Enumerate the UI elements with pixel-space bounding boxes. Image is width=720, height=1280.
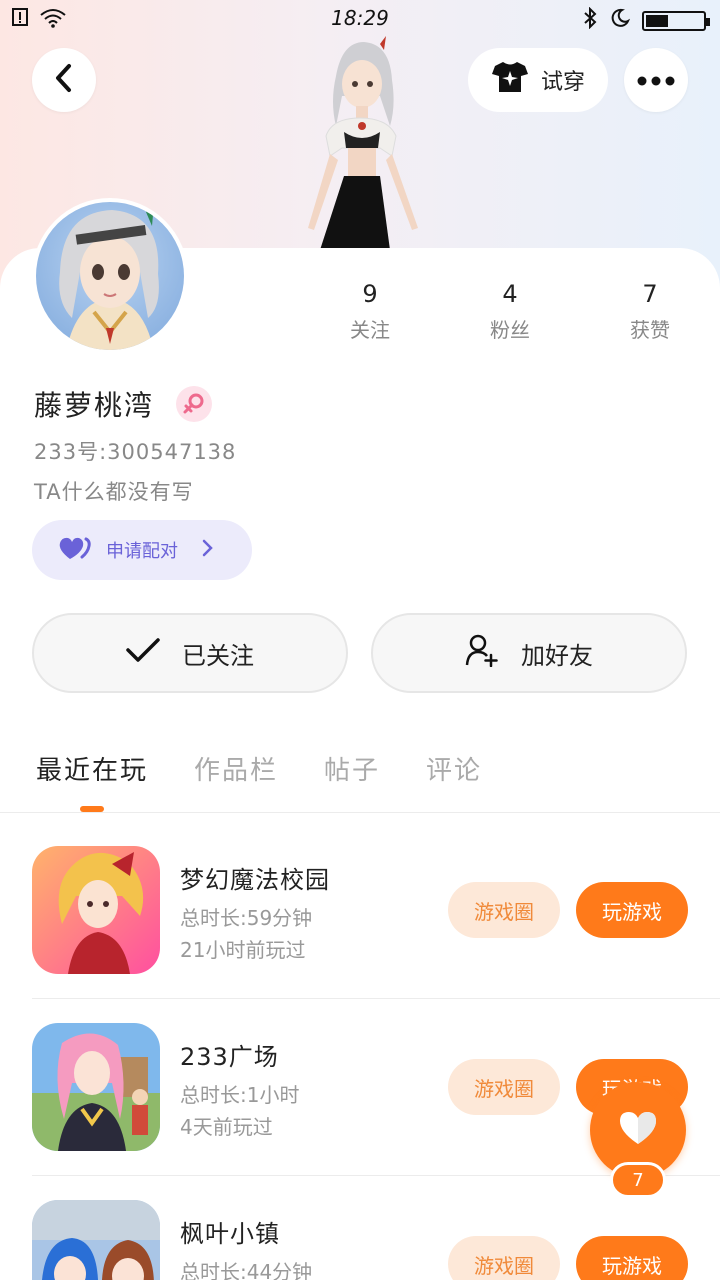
profile-tabs: 最近在玩 作品栏 帖子 评论 [36,750,482,787]
stat-followers[interactable]: 4 粉丝 [440,280,580,343]
back-button[interactable] [32,48,96,112]
game-duration: 总时长:44分钟 [180,1260,313,1280]
list-item[interactable]: 梦幻魔法校园 总时长:59分钟 21小时前玩过 游戏圈 玩游戏 [32,846,720,974]
tab-posts[interactable]: 帖子 [324,750,380,787]
tab-works[interactable]: 作品栏 [194,750,278,787]
heart-icon [618,1110,658,1150]
game-circle-button[interactable]: 游戏圈 [448,882,560,938]
status-bar: 18:29 [0,0,720,36]
profile-name: 藤萝桃湾 [34,389,155,422]
more-dots-icon [637,71,675,90]
moon-icon [610,8,631,33]
game-duration: 总时长:1小时 [180,1083,300,1107]
battery-level [646,14,668,27]
bluetooth-icon [582,6,598,34]
name-row: 藤萝桃湾 [34,384,213,424]
game-icon[interactable] [32,846,160,974]
list-item[interactable]: 枫叶小镇 总时长:44分钟 游戏圈 玩游戏 [32,1200,720,1280]
game-last-played: 21小时前玩过 [180,938,306,962]
stat-number: 9 [362,280,378,308]
stat-label: 关注 [350,318,390,342]
stat-label: 获赞 [630,318,670,342]
profile-stats: 9 关注 4 粉丝 7 获赞 [300,280,720,343]
game-circle-button[interactable]: 游戏圈 [448,1236,560,1280]
checkmark-icon [126,637,160,669]
stat-number: 7 [642,280,658,308]
profile-avatar[interactable] [32,198,188,354]
user-id: 233号:300547138 [34,440,237,464]
dressup-button[interactable]: 试穿 [468,48,608,112]
game-title: 梦幻魔法校园 [180,866,330,894]
double-heart-icon [58,535,92,566]
stat-label: 粉丝 [490,318,530,342]
followed-label: 已关注 [182,641,254,670]
stat-number: 4 [502,280,518,308]
user-bio: TA什么都没有写 [34,480,194,504]
add-user-icon [465,633,499,673]
battery-icon [642,10,710,31]
back-arrow-icon [53,63,75,97]
tabs-divider [0,812,720,813]
like-count-badge: 7 [610,1162,666,1198]
game-icon[interactable] [32,1200,160,1280]
followed-button[interactable]: 已关注 [32,613,348,693]
play-game-button[interactable]: 玩游戏 [576,1236,688,1280]
add-friend-label: 加好友 [521,641,593,670]
apply-pairing-button[interactable]: 申请配对 [32,520,252,580]
apply-pairing-label: 申请配对 [106,541,178,562]
more-options-button[interactable] [624,48,688,112]
game-title: 枫叶小镇 [180,1220,280,1248]
female-gender-icon [176,386,213,422]
tab-comments[interactable]: 评论 [426,750,482,787]
add-friend-button[interactable]: 加好友 [371,613,687,693]
tshirt-icon [491,60,529,100]
stat-following[interactable]: 9 关注 [300,280,440,343]
chevron-right-icon [202,539,214,562]
game-last-played: 4天前玩过 [180,1115,273,1139]
game-duration: 总时长:59分钟 [180,906,313,930]
dressup-label: 试穿 [540,70,585,95]
list-divider [32,998,720,999]
stat-likes[interactable]: 7 获赞 [580,280,720,343]
play-game-button[interactable]: 玩游戏 [576,882,688,938]
character-avatar-figure[interactable] [280,36,440,250]
game-icon[interactable] [32,1023,160,1151]
tab-recently-played[interactable]: 最近在玩 [36,750,148,787]
game-title: 233广场 [180,1043,279,1071]
game-circle-button[interactable]: 游戏圈 [448,1059,560,1115]
